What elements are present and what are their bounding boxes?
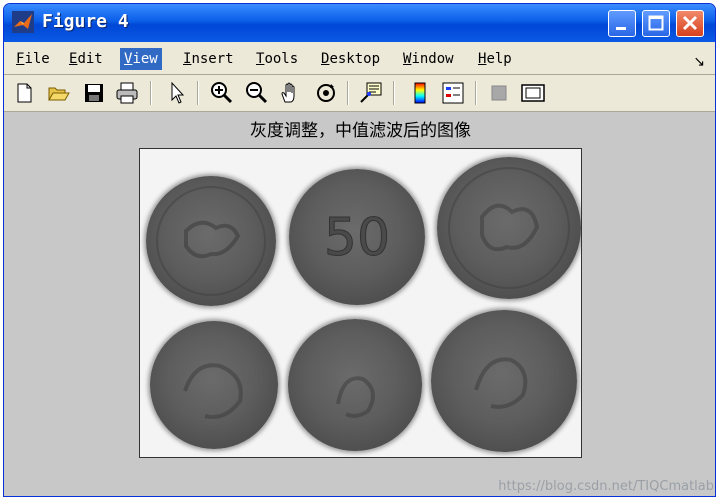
- menu-edit[interactable]: Edit: [65, 48, 107, 70]
- figure-title: 灰度调整，中值滤波后的图像: [250, 121, 471, 141]
- pointer-icon[interactable]: [164, 80, 190, 106]
- pan-hand-icon[interactable]: [277, 80, 303, 106]
- matlab-logo-icon: [12, 11, 34, 33]
- data-cursor-icon[interactable]: [358, 80, 384, 106]
- coin-image: 50: [289, 169, 425, 305]
- hide-plot-tools-icon[interactable]: [486, 80, 512, 106]
- print-icon[interactable]: [114, 80, 140, 106]
- show-plot-tools-icon[interactable]: [520, 80, 546, 106]
- coin-emblem: [474, 357, 528, 409]
- menu-bar: File Edit View Insert Tools Desktop Wind…: [4, 42, 715, 75]
- coin-emblem: [336, 376, 375, 418]
- image-axes[interactable]: 50: [139, 148, 582, 458]
- figure-toolbar: [4, 75, 715, 112]
- menu-file[interactable]: File: [12, 48, 54, 70]
- close-icon: [682, 15, 698, 31]
- toolbar-separator: [393, 81, 395, 105]
- toolbar-separator: [475, 81, 477, 105]
- menu-insert[interactable]: Insert: [179, 48, 238, 70]
- maximize-button[interactable]: [642, 10, 670, 37]
- toolbar-separator: [347, 81, 349, 105]
- menu-window[interactable]: Window: [399, 48, 458, 70]
- coin-emblem: [156, 186, 266, 296]
- menu-tools[interactable]: Tools: [252, 48, 302, 70]
- maximize-icon: [648, 15, 664, 31]
- title-bar[interactable]: Figure 4: [4, 4, 715, 42]
- legend-icon[interactable]: [440, 80, 466, 106]
- minimize-icon: [616, 27, 626, 30]
- coin-emblem: [448, 167, 570, 289]
- zoom-in-icon[interactable]: [208, 80, 234, 106]
- coin-image: [288, 319, 422, 451]
- menu-help[interactable]: Help: [474, 48, 516, 70]
- coin-emblem: [183, 363, 243, 419]
- watermark-text: https://blog.csdn.net/TIQCmatlab: [498, 479, 714, 494]
- menu-desktop[interactable]: Desktop: [317, 48, 384, 70]
- coin-denomination: 50: [323, 208, 390, 269]
- figure-window: Figure 4 File Edit View Insert Tools Des…: [3, 3, 716, 497]
- dock-arrow-icon[interactable]: ↘: [693, 54, 705, 70]
- svg-text:50: 50: [324, 208, 390, 268]
- rotate-3d-icon[interactable]: [313, 80, 339, 106]
- toolbar-separator: [197, 81, 199, 105]
- coin-image: [437, 157, 581, 299]
- minimize-button[interactable]: [608, 10, 636, 37]
- new-figure-icon[interactable]: [11, 80, 37, 106]
- window-title: Figure 4: [42, 11, 129, 32]
- colorbar-icon[interactable]: [407, 80, 433, 106]
- open-file-icon[interactable]: [46, 80, 72, 106]
- save-icon[interactable]: [81, 80, 107, 106]
- zoom-out-icon[interactable]: [243, 80, 269, 106]
- toolbar-separator: [150, 81, 152, 105]
- coin-image: [150, 321, 278, 449]
- menu-view[interactable]: View: [120, 48, 162, 70]
- coin-image: [146, 176, 276, 306]
- close-button[interactable]: [676, 10, 704, 37]
- coin-image: [431, 310, 577, 452]
